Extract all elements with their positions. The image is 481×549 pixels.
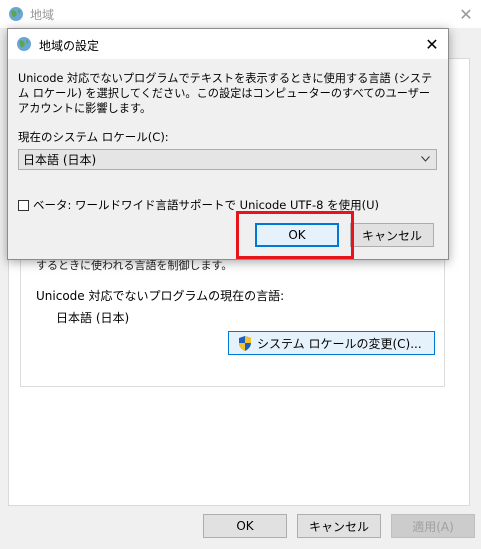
globe-icon <box>9 7 23 21</box>
chevron-down-icon <box>421 156 430 162</box>
current-language-value: 日本語 (日本) <box>56 311 130 325</box>
shield-icon <box>239 336 251 351</box>
region-titlebar: 地域 ✕ <box>0 0 481 28</box>
region-settings-dialog: 地域の設定 ✕ Unicode 対応でないプログラムでテキストを表示するときに使… <box>7 28 449 260</box>
dialog-close-icon[interactable]: ✕ <box>421 33 443 55</box>
change-system-locale-button[interactable]: システム ロケールの変更(C)... <box>228 331 435 355</box>
region-close-icon[interactable]: ✕ <box>451 0 481 28</box>
region-ok-button[interactable]: OK <box>203 514 287 538</box>
region-cancel-button[interactable]: キャンセル <box>297 514 381 538</box>
change-system-locale-label: システム ロケールの変更(C)... <box>257 336 422 351</box>
dialog-cancel-button[interactable]: キャンセル <box>350 223 434 247</box>
ok-highlight-box <box>236 211 354 259</box>
dialog-titlebar: 地域の設定 ✕ <box>8 29 448 59</box>
dialog-title: 地域の設定 <box>39 39 100 53</box>
system-locale-value: 日本語 (日本) <box>23 153 97 167</box>
current-language-label: Unicode 対応でないプログラムの現在の言語: <box>36 289 285 303</box>
globe-icon <box>17 37 31 51</box>
region-apply-button[interactable]: 適用(A) <box>391 514 475 538</box>
system-locale-label: 現在のシステム ロケール(C): <box>18 130 169 144</box>
beta-utf8-checkbox[interactable] <box>18 199 29 211</box>
region-title: 地域 <box>30 8 55 22</box>
dialog-description: Unicode 対応でないプログラムでテキストを表示するときに使用する言語 (シ… <box>18 72 433 115</box>
system-locale-select[interactable]: 日本語 (日本) <box>18 149 437 170</box>
